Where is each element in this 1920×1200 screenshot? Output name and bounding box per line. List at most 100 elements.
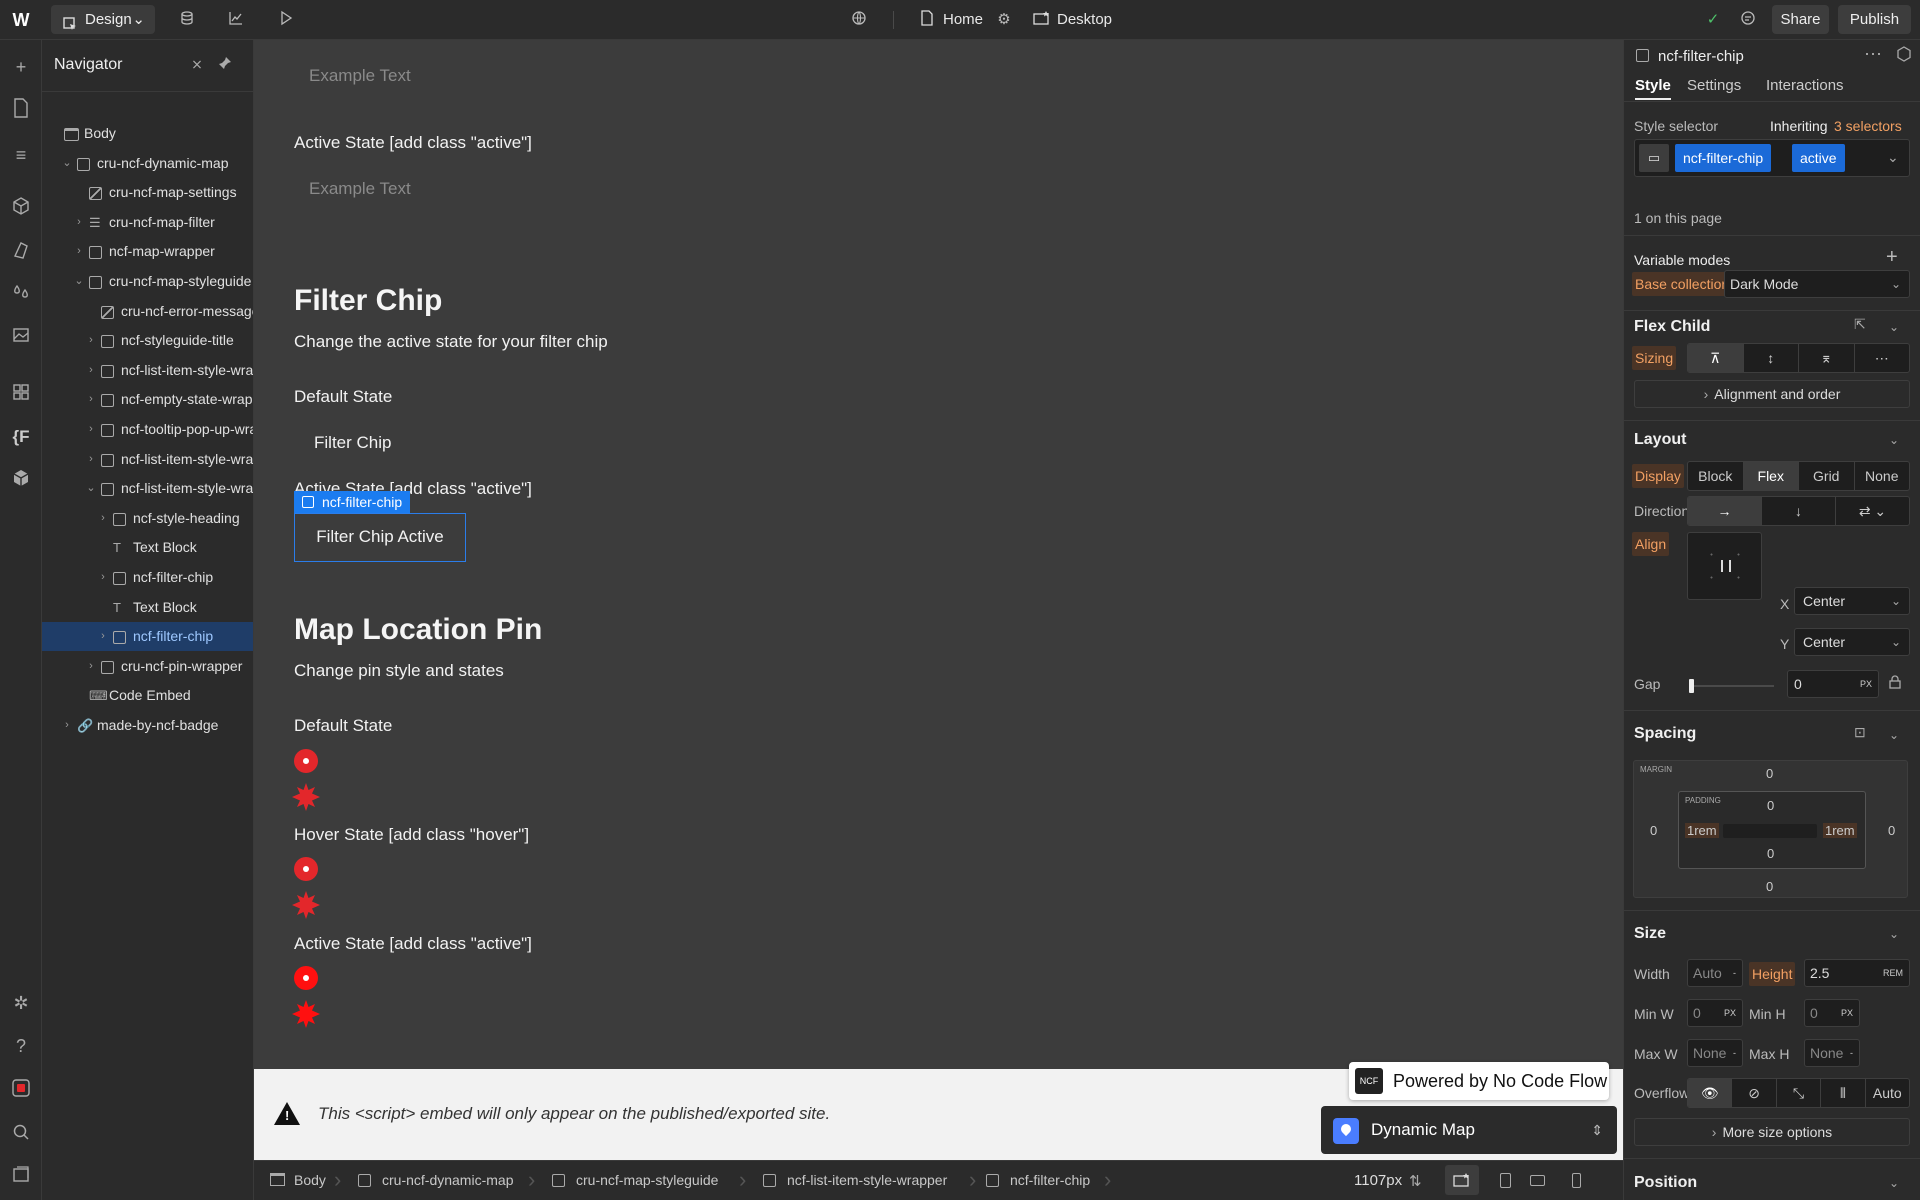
breadcrumb-item[interactable]: cru-ncf-dynamic-map (358, 1172, 513, 1188)
tab-interactions[interactable]: Interactions (1766, 77, 1844, 94)
chevron-right-icon[interactable]: › (85, 415, 97, 444)
align-x-select[interactable]: Center ⌄ (1794, 587, 1910, 615)
tab-settings[interactable]: Settings (1687, 77, 1741, 94)
max-h-input[interactable]: None - (1804, 1039, 1860, 1067)
record-icon[interactable] (8, 1078, 34, 1104)
width-input[interactable]: Auto - (1687, 959, 1743, 987)
overflow-auto[interactable]: Auto (1866, 1079, 1909, 1107)
padding-bottom[interactable]: 0 (1767, 846, 1774, 861)
add-icon[interactable]: + (1886, 246, 1898, 269)
overflow-visible-icon[interactable]: 👁 (1688, 1079, 1733, 1107)
more-size-options-button[interactable]: › More size options (1634, 1118, 1910, 1146)
map-pin-cluster-icon[interactable] (292, 783, 320, 811)
tree-item[interactable]: › ncf-filter-chip (42, 563, 253, 592)
padding-right[interactable]: 1rem (1823, 823, 1857, 838)
map-pin-subtitle[interactable]: Change pin style and states (294, 661, 504, 681)
spacing-preset-icon[interactable]: ⊡ (1854, 724, 1866, 741)
analytics-icon[interactable] (226, 10, 246, 30)
pages-icon[interactable] (8, 98, 34, 124)
resize-icon[interactable]: ⇅ (1409, 1172, 1422, 1190)
inheriting-count[interactable]: 3 selectors (1834, 118, 1902, 134)
tree-item[interactable]: › ncf-styleguide-title (42, 326, 253, 355)
tree-item[interactable]: › 🔗 made-by-ncf-badge (42, 711, 253, 740)
height-unit[interactable]: REM (1883, 960, 1903, 986)
chevron-down-icon[interactable]: ⌄ (1889, 728, 1899, 742)
chevron-down-icon[interactable]: ⌄ (61, 149, 73, 178)
pin-icon[interactable] (216, 56, 234, 74)
chevron-right-icon[interactable]: › (73, 208, 85, 237)
chevron-down-icon[interactable]: ⌄ (1889, 1176, 1899, 1190)
filter-chip-heading[interactable]: Filter Chip (294, 284, 442, 318)
min-h-input[interactable]: 0 PX (1804, 999, 1860, 1027)
tree-item[interactable]: › ncf-map-wrapper (42, 237, 253, 266)
overflow-scroll-icon[interactable]: ⤡ (1777, 1079, 1822, 1107)
direction-wrap-icon[interactable]: ⇄ ⌄ (1836, 497, 1909, 525)
tree-item[interactable]: cru-ncf-map-settings (42, 178, 253, 207)
gap-input[interactable]: 0 PX (1787, 670, 1879, 698)
max-w-input[interactable]: None - (1687, 1039, 1743, 1067)
flex-child-icon[interactable]: ⇱ (1854, 316, 1866, 333)
chevron-right-icon[interactable]: › (85, 356, 97, 385)
breakpoint-selector[interactable]: Desktop (1057, 10, 1112, 30)
box-app-icon[interactable] (8, 468, 34, 494)
default-state-label[interactable]: Default State (294, 716, 392, 736)
direction-row-icon[interactable]: → (1688, 497, 1762, 525)
chevron-down-icon[interactable]: ⌄ (73, 267, 85, 296)
apps-icon[interactable] (8, 382, 34, 408)
breadcrumb-item[interactable]: ncf-list-item-style-wrapper (763, 1172, 947, 1188)
tree-item[interactable]: ⌄ cru-ncf-map-styleguide (42, 267, 253, 296)
publish-button[interactable]: Publish (1838, 5, 1911, 34)
tree-item[interactable]: › ncf-filter-chip (42, 622, 253, 652)
share-button[interactable]: Share (1772, 5, 1829, 34)
overflow-hidden-icon[interactable]: ⊘ (1732, 1079, 1777, 1107)
display-grid[interactable]: Grid (1799, 462, 1855, 490)
padding-left[interactable]: 1rem (1685, 823, 1719, 838)
margin-right[interactable]: 0 (1888, 823, 1895, 838)
tree-item[interactable]: T Text Block (42, 533, 253, 562)
design-canvas[interactable]: Example Text Active State [add class "ac… (254, 40, 1623, 1070)
chevron-right-icon[interactable]: › (85, 326, 97, 355)
mobile-portrait-icon[interactable] (1572, 1173, 1581, 1188)
tree-item[interactable]: T Text Block (42, 593, 253, 622)
map-pin-cluster-hover-icon[interactable] (292, 891, 320, 919)
search-icon[interactable] (8, 1122, 34, 1148)
margin-bottom[interactable]: 0 (1766, 879, 1773, 894)
min-w-input[interactable]: 0 PX (1687, 999, 1743, 1027)
tree-item[interactable]: › cru-ncf-pin-wrapper (42, 652, 253, 681)
sizing-none-icon[interactable]: ⌆ (1799, 344, 1855, 372)
tree-item[interactable]: › ncf-list-item-style-wrapper (42, 356, 253, 385)
page-selector[interactable]: Home (943, 10, 983, 30)
finsweet-app-icon[interactable]: {F (8, 424, 34, 450)
tree-item[interactable]: › ncf-tooltip-pop-up-wrapper (42, 415, 253, 444)
map-pin-hover-icon[interactable] (294, 857, 318, 881)
chevron-right-icon[interactable]: › (61, 711, 73, 740)
height-input[interactable]: 2.5 REM (1804, 959, 1910, 987)
direction-control[interactable]: → ↓ ⇄ ⌄ (1687, 496, 1910, 526)
chevron-down-icon[interactable]: ⌄ (1887, 149, 1899, 166)
filter-chip-active[interactable]: Filter Chip Active (294, 513, 466, 562)
breadcrumb-item[interactable]: Body (270, 1172, 326, 1188)
default-state-label[interactable]: Default State (294, 387, 392, 407)
chevron-down-icon[interactable]: ⌄ (1889, 320, 1899, 334)
preview-play-icon[interactable] (276, 10, 296, 30)
align-y-select[interactable]: Center ⌄ (1794, 628, 1910, 656)
min-h-unit[interactable]: PX (1841, 1000, 1853, 1026)
direction-column-icon[interactable]: ↓ (1762, 497, 1836, 525)
tree-item[interactable]: › ncf-style-heading (42, 504, 253, 533)
tree-item[interactable]: ⌨ Code Embed (42, 681, 253, 710)
chevron-right-icon[interactable]: › (85, 445, 97, 474)
gap-slider[interactable] (1689, 679, 1774, 693)
tree-item[interactable]: cru-ncf-error-message (42, 297, 253, 326)
chevron-right-icon[interactable]: › (73, 237, 85, 266)
add-elements-icon[interactable]: + (8, 54, 34, 80)
breadcrumb-item[interactable]: cru-ncf-map-styleguide (552, 1172, 718, 1188)
position-heading[interactable]: Position (1634, 1174, 1697, 1192)
page-settings-gear-icon[interactable]: ⚙ (994, 10, 1014, 30)
tree-item[interactable]: ⌄ ncf-list-item-style-wrapper (42, 474, 253, 503)
base-collection-select[interactable]: Dark Mode ⌄ (1724, 270, 1910, 298)
breakpoint-selector-icon[interactable]: ▭ (1639, 144, 1669, 172)
flex-child-heading[interactable]: Flex Child (1634, 318, 1710, 336)
help-icon[interactable]: ? (8, 1033, 34, 1059)
display-block[interactable]: Block (1688, 462, 1744, 490)
chevron-right-icon[interactable]: › (85, 652, 97, 681)
